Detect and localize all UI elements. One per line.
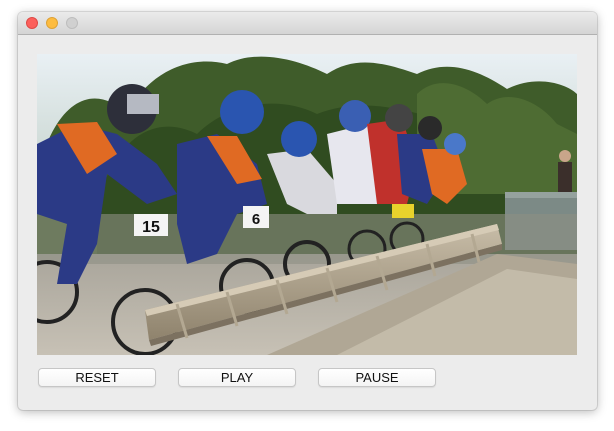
reset-button[interactable]: RESET [38, 368, 156, 387]
rider-2-number-plate: 15 [142, 219, 160, 236]
pause-button[interactable]: PAUSE [318, 368, 436, 387]
minimize-window-button[interactable] [46, 17, 58, 29]
playback-controls: RESET PLAY PAUSE [38, 368, 578, 388]
play-button[interactable]: PLAY [178, 368, 296, 387]
title-bar[interactable] [18, 12, 597, 35]
video-player[interactable]: 15 6 [37, 54, 577, 355]
video-frame: 15 6 [37, 54, 577, 355]
zoom-window-button[interactable] [66, 17, 78, 29]
close-window-button[interactable] [26, 17, 38, 29]
app-window: 15 6 RESET PLAY PAUSE [18, 12, 597, 410]
rider-3-number-plate: 6 [252, 211, 260, 228]
